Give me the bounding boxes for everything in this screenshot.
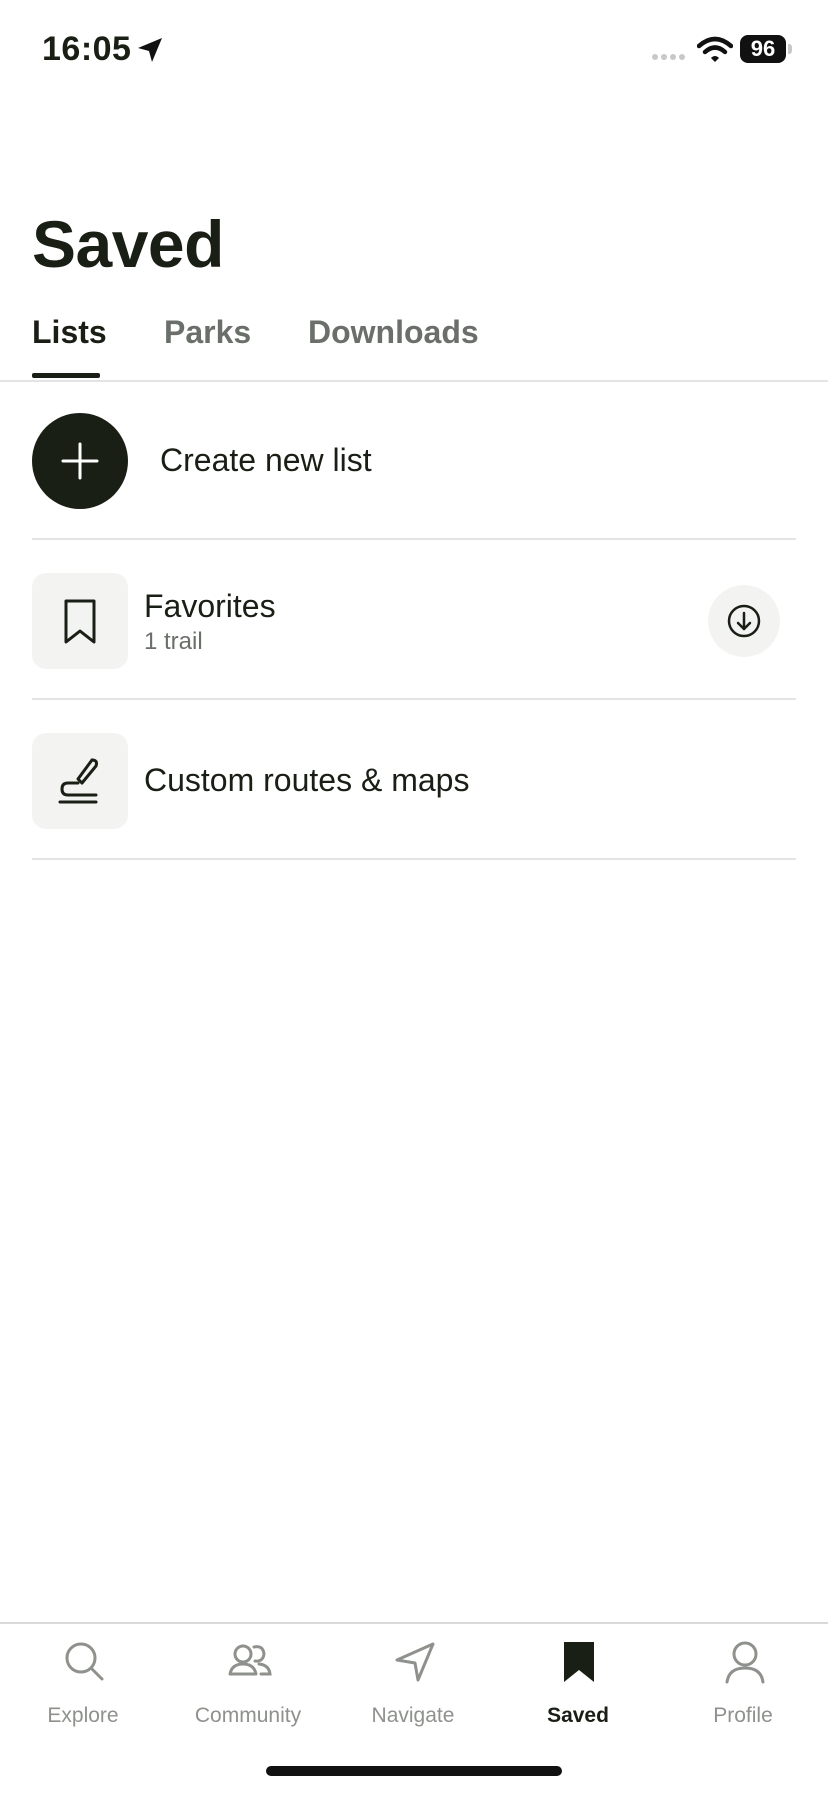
download-icon xyxy=(727,604,761,638)
active-tab-indicator xyxy=(32,373,100,378)
route-pen-icon xyxy=(58,758,98,804)
battery-indicator: 96 xyxy=(740,35,786,63)
battery-cap xyxy=(788,44,792,54)
bookmark-filled-icon xyxy=(564,1642,594,1682)
page-title: Saved xyxy=(32,207,224,281)
favorites-thumbnail xyxy=(32,573,128,669)
favorites-title: Favorites xyxy=(144,588,276,624)
list-item-custom-routes[interactable]: Custom routes & maps xyxy=(32,700,796,860)
nav-explore[interactable]: Explore xyxy=(0,1624,166,1744)
list-item-favorites[interactable]: Favorites 1 trail xyxy=(32,540,796,700)
navigate-arrow-icon xyxy=(395,1642,435,1682)
people-icon xyxy=(228,1644,272,1676)
status-time: 16:05 xyxy=(42,30,132,68)
nav-saved[interactable]: Saved xyxy=(495,1624,661,1744)
nav-profile[interactable]: Profile xyxy=(660,1624,826,1744)
wifi-icon xyxy=(697,36,733,62)
bookmark-icon xyxy=(64,599,96,644)
favorites-count: 1 trail xyxy=(144,628,203,655)
tab-downloads[interactable]: Downloads xyxy=(308,314,479,351)
nav-navigate-label: Navigate xyxy=(371,1704,455,1727)
custom-routes-thumbnail xyxy=(32,733,128,829)
nav-explore-label: Explore xyxy=(47,1704,119,1727)
cellular-signal-icon xyxy=(652,54,685,60)
nav-saved-label: Saved xyxy=(547,1704,609,1727)
add-list-button[interactable] xyxy=(32,413,128,509)
home-indicator xyxy=(266,1766,562,1776)
nav-community[interactable]: Community xyxy=(165,1624,331,1744)
person-icon xyxy=(725,1641,765,1684)
download-favorites-button[interactable] xyxy=(708,585,780,657)
create-new-list-label: Create new list xyxy=(160,442,372,478)
nav-navigate[interactable]: Navigate xyxy=(330,1624,496,1744)
search-icon xyxy=(65,1642,104,1681)
custom-routes-title: Custom routes & maps xyxy=(144,762,470,798)
tab-parks[interactable]: Parks xyxy=(164,314,251,351)
tab-bar: Lists Parks Downloads xyxy=(0,310,828,382)
plus-icon xyxy=(61,442,99,480)
location-arrow-icon xyxy=(138,38,162,62)
tab-lists[interactable]: Lists xyxy=(32,314,107,351)
status-bar: 16:05 96 xyxy=(0,0,828,100)
nav-profile-label: Profile xyxy=(713,1704,773,1727)
create-new-list-row[interactable]: Create new list xyxy=(32,382,796,540)
nav-community-label: Community xyxy=(194,1704,302,1727)
